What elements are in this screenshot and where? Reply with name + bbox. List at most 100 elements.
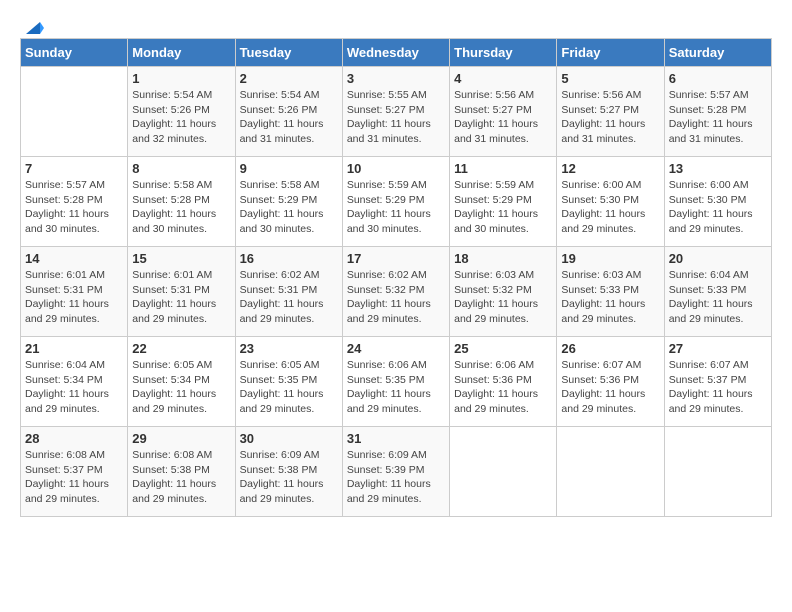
day-info: Sunrise: 6:05 AM Sunset: 5:34 PM Dayligh… (132, 358, 230, 417)
calendar-header-row: SundayMondayTuesdayWednesdayThursdayFrid… (21, 39, 772, 67)
calendar-week-row: 28 Sunrise: 6:08 AM Sunset: 5:37 PM Dayli… (21, 427, 772, 517)
day-info: Sunrise: 6:03 AM Sunset: 5:33 PM Dayligh… (561, 268, 659, 327)
day-info: Sunrise: 5:55 AM Sunset: 5:27 PM Dayligh… (347, 88, 445, 147)
calendar-cell: 29Sunrise: 6:08 AM Sunset: 5:38 PM Dayli… (128, 427, 235, 517)
calendar-cell: 5 Sunrise: 5:56 AM Sunset: 5:27 PM Daylig… (557, 67, 664, 157)
calendar-cell (664, 427, 771, 517)
day-number: 16 (240, 251, 338, 266)
day-number: 3 (347, 71, 445, 86)
day-info: Sunrise: 6:06 AM Sunset: 5:36 PM Dayligh… (454, 358, 552, 417)
calendar-cell: 27 Sunrise: 6:07 AM Sunset: 5:37 PM Dayli… (664, 337, 771, 427)
day-number: 7 (25, 161, 123, 176)
day-info: Sunrise: 5:54 AM Sunset: 5:26 PM Dayligh… (240, 88, 338, 147)
day-number: 12 (561, 161, 659, 176)
calendar-cell: 26Sunrise: 6:07 AM Sunset: 5:36 PM Dayli… (557, 337, 664, 427)
day-info: Sunrise: 6:05 AM Sunset: 5:35 PM Dayligh… (240, 358, 338, 417)
day-info: Sunrise: 5:57 AM Sunset: 5:28 PM Dayligh… (25, 178, 123, 237)
day-info: Sunrise: 6:09 AM Sunset: 5:39 PM Dayligh… (347, 448, 445, 507)
day-number: 11 (454, 161, 552, 176)
day-info: Sunrise: 6:02 AM Sunset: 5:32 PM Dayligh… (347, 268, 445, 327)
day-number: 17 (347, 251, 445, 266)
calendar-cell: 6 Sunrise: 5:57 AM Sunset: 5:28 PM Daylig… (664, 67, 771, 157)
day-number: 14 (25, 251, 123, 266)
calendar-table: SundayMondayTuesdayWednesdayThursdayFrid… (20, 38, 772, 517)
day-number: 15 (132, 251, 230, 266)
calendar-cell: 25 Sunrise: 6:06 AM Sunset: 5:36 PM Dayli… (450, 337, 557, 427)
day-number: 5 (561, 71, 659, 86)
day-info: Sunrise: 5:57 AM Sunset: 5:28 PM Dayligh… (669, 88, 767, 147)
calendar-cell: 20Sunrise: 6:04 AM Sunset: 5:33 PM Dayli… (664, 247, 771, 337)
calendar-cell: 4Sunrise: 5:56 AM Sunset: 5:27 PM Daylig… (450, 67, 557, 157)
day-info: Sunrise: 6:09 AM Sunset: 5:38 PM Dayligh… (240, 448, 338, 507)
column-header-saturday: Saturday (664, 39, 771, 67)
calendar-cell: 24Sunrise: 6:06 AM Sunset: 5:35 PM Dayli… (342, 337, 449, 427)
calendar-cell: 11 Sunrise: 5:59 AM Sunset: 5:29 PM Dayli… (450, 157, 557, 247)
column-header-sunday: Sunday (21, 39, 128, 67)
calendar-cell: 21 Sunrise: 6:04 AM Sunset: 5:34 PM Dayli… (21, 337, 128, 427)
day-number: 21 (25, 341, 123, 356)
day-info: Sunrise: 6:00 AM Sunset: 5:30 PM Dayligh… (561, 178, 659, 237)
calendar-week-row: 7 Sunrise: 5:57 AM Sunset: 5:28 PM Daylig… (21, 157, 772, 247)
calendar-week-row: 1 Sunrise: 5:54 AM Sunset: 5:26 PM Daylig… (21, 67, 772, 157)
day-number: 23 (240, 341, 338, 356)
calendar-cell (21, 67, 128, 157)
day-number: 22 (132, 341, 230, 356)
calendar-cell: 13 Sunrise: 6:00 AM Sunset: 5:30 PM Dayli… (664, 157, 771, 247)
day-number: 1 (132, 71, 230, 86)
day-info: Sunrise: 6:02 AM Sunset: 5:31 PM Dayligh… (240, 268, 338, 327)
day-number: 8 (132, 161, 230, 176)
page-header (20, 20, 772, 34)
calendar-cell: 10Sunrise: 5:59 AM Sunset: 5:29 PM Dayli… (342, 157, 449, 247)
day-info: Sunrise: 6:08 AM Sunset: 5:37 PM Dayligh… (25, 448, 123, 507)
day-info: Sunrise: 5:59 AM Sunset: 5:29 PM Dayligh… (347, 178, 445, 237)
calendar-cell: 19Sunrise: 6:03 AM Sunset: 5:33 PM Dayli… (557, 247, 664, 337)
day-info: Sunrise: 5:58 AM Sunset: 5:28 PM Dayligh… (132, 178, 230, 237)
day-number: 31 (347, 431, 445, 446)
day-info: Sunrise: 6:00 AM Sunset: 5:30 PM Dayligh… (669, 178, 767, 237)
calendar-cell: 1 Sunrise: 5:54 AM Sunset: 5:26 PM Daylig… (128, 67, 235, 157)
calendar-cell: 3 Sunrise: 5:55 AM Sunset: 5:27 PM Daylig… (342, 67, 449, 157)
logo (20, 20, 44, 34)
calendar-cell: 14 Sunrise: 6:01 AM Sunset: 5:31 PM Dayli… (21, 247, 128, 337)
day-info: Sunrise: 6:08 AM Sunset: 5:38 PM Dayligh… (132, 448, 230, 507)
day-info: Sunrise: 6:04 AM Sunset: 5:34 PM Dayligh… (25, 358, 123, 417)
calendar-cell: 7 Sunrise: 5:57 AM Sunset: 5:28 PM Daylig… (21, 157, 128, 247)
calendar-week-row: 21 Sunrise: 6:04 AM Sunset: 5:34 PM Dayli… (21, 337, 772, 427)
day-number: 28 (25, 431, 123, 446)
calendar-cell (557, 427, 664, 517)
day-number: 13 (669, 161, 767, 176)
column-header-wednesday: Wednesday (342, 39, 449, 67)
day-info: Sunrise: 6:07 AM Sunset: 5:37 PM Dayligh… (669, 358, 767, 417)
calendar-cell: 9 Sunrise: 5:58 AM Sunset: 5:29 PM Daylig… (235, 157, 342, 247)
logo-icon (22, 20, 44, 38)
column-header-thursday: Thursday (450, 39, 557, 67)
day-number: 9 (240, 161, 338, 176)
day-number: 6 (669, 71, 767, 86)
day-info: Sunrise: 5:59 AM Sunset: 5:29 PM Dayligh… (454, 178, 552, 237)
calendar-week-row: 14 Sunrise: 6:01 AM Sunset: 5:31 PM Dayli… (21, 247, 772, 337)
calendar-cell: 12 Sunrise: 6:00 AM Sunset: 5:30 PM Dayli… (557, 157, 664, 247)
day-info: Sunrise: 6:01 AM Sunset: 5:31 PM Dayligh… (25, 268, 123, 327)
calendar-cell: 17 Sunrise: 6:02 AM Sunset: 5:32 PM Dayli… (342, 247, 449, 337)
calendar-cell: 30Sunrise: 6:09 AM Sunset: 5:38 PM Dayli… (235, 427, 342, 517)
day-info: Sunrise: 5:56 AM Sunset: 5:27 PM Dayligh… (561, 88, 659, 147)
day-info: Sunrise: 5:58 AM Sunset: 5:29 PM Dayligh… (240, 178, 338, 237)
day-number: 25 (454, 341, 552, 356)
calendar-cell: 18Sunrise: 6:03 AM Sunset: 5:32 PM Dayli… (450, 247, 557, 337)
calendar-cell: 16 Sunrise: 6:02 AM Sunset: 5:31 PM Dayli… (235, 247, 342, 337)
day-info: Sunrise: 6:04 AM Sunset: 5:33 PM Dayligh… (669, 268, 767, 327)
calendar-cell: 22 Sunrise: 6:05 AM Sunset: 5:34 PM Dayli… (128, 337, 235, 427)
calendar-cell: 28 Sunrise: 6:08 AM Sunset: 5:37 PM Dayli… (21, 427, 128, 517)
calendar-cell: 15Sunrise: 6:01 AM Sunset: 5:31 PM Dayli… (128, 247, 235, 337)
day-info: Sunrise: 6:07 AM Sunset: 5:36 PM Dayligh… (561, 358, 659, 417)
day-info: Sunrise: 6:06 AM Sunset: 5:35 PM Dayligh… (347, 358, 445, 417)
calendar-cell: 2 Sunrise: 5:54 AM Sunset: 5:26 PM Daylig… (235, 67, 342, 157)
day-info: Sunrise: 5:54 AM Sunset: 5:26 PM Dayligh… (132, 88, 230, 147)
calendar-cell: 8 Sunrise: 5:58 AM Sunset: 5:28 PM Daylig… (128, 157, 235, 247)
day-number: 2 (240, 71, 338, 86)
calendar-cell (450, 427, 557, 517)
day-number: 4 (454, 71, 552, 86)
calendar-cell: 31 Sunrise: 6:09 AM Sunset: 5:39 PM Dayli… (342, 427, 449, 517)
column-header-tuesday: Tuesday (235, 39, 342, 67)
day-number: 27 (669, 341, 767, 356)
